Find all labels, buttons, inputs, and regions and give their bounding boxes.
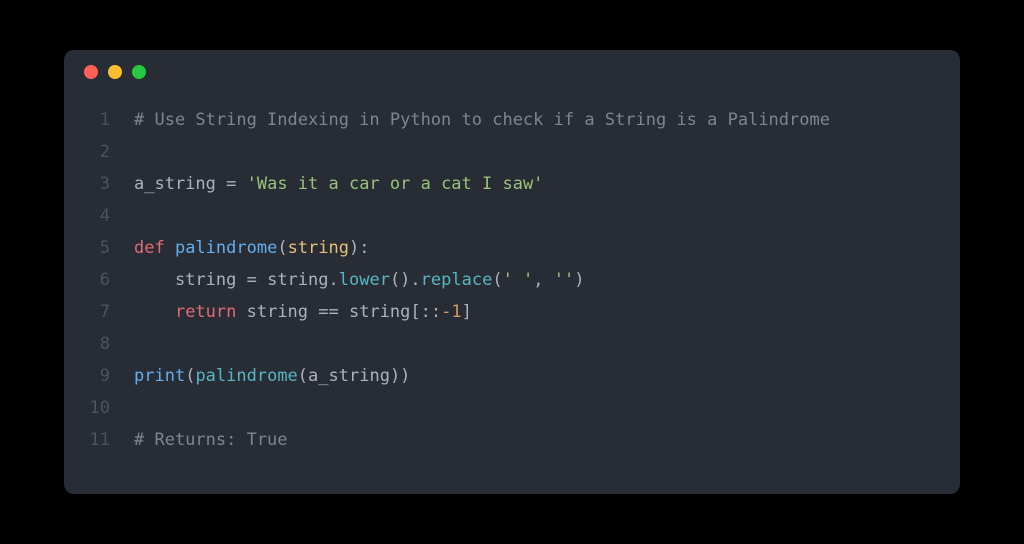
code-token: # Use String Indexing in Python to check… (134, 110, 830, 130)
code-line (134, 328, 960, 360)
line-number: 8 (64, 328, 110, 360)
code-line (134, 392, 960, 424)
code-token: == (308, 302, 349, 322)
code-line (134, 200, 960, 232)
code-token: replace (421, 270, 493, 290)
code-token: ( (492, 270, 502, 290)
code-token: ): (349, 238, 369, 258)
code-window: 1234567891011 # Use String Indexing in P… (64, 50, 960, 494)
line-number: 3 (64, 168, 110, 200)
code-token: ] (462, 302, 472, 322)
code-token: = (216, 174, 247, 194)
code-token: = (236, 270, 267, 290)
code-token: )) (390, 366, 410, 386)
code-token: ) (574, 270, 584, 290)
code-token: string (349, 302, 410, 322)
code-token: ' ' (503, 270, 534, 290)
code-token: a_string (134, 174, 216, 194)
code-token: palindrome (195, 366, 297, 386)
line-number: 4 (64, 200, 110, 232)
code-token: def (134, 238, 175, 258)
code-line: # Use String Indexing in Python to check… (134, 104, 960, 136)
code-token: lower (339, 270, 390, 290)
code-token: ( (298, 366, 308, 386)
code-token: -1 (441, 302, 461, 322)
code-token: 'Was it a car or a cat I saw' (247, 174, 544, 194)
window-titlebar (64, 50, 960, 94)
code-token: [:: (410, 302, 441, 322)
line-number: 10 (64, 392, 110, 424)
code-token: string (134, 270, 236, 290)
code-token: string (267, 270, 328, 290)
zoom-icon[interactable] (132, 65, 146, 79)
line-number: 7 (64, 296, 110, 328)
code-token: return (175, 302, 236, 322)
code-token: string (288, 238, 349, 258)
code-token: ( (277, 238, 287, 258)
code-token: '' (554, 270, 574, 290)
line-number: 6 (64, 264, 110, 296)
line-number-gutter: 1234567891011 (64, 104, 134, 456)
minimize-icon[interactable] (108, 65, 122, 79)
code-line: def palindrome(string): (134, 232, 960, 264)
line-number: 9 (64, 360, 110, 392)
code-line: a_string = 'Was it a car or a cat I saw' (134, 168, 960, 200)
line-number: 1 (64, 104, 110, 136)
line-number: 5 (64, 232, 110, 264)
code-token: palindrome (175, 238, 277, 258)
code-line: return string == string[::-1] (134, 296, 960, 328)
editor-area: 1234567891011 # Use String Indexing in P… (64, 94, 960, 476)
line-number: 11 (64, 424, 110, 456)
close-icon[interactable] (84, 65, 98, 79)
code-line (134, 136, 960, 168)
code-line: string = string.lower().replace(' ', '') (134, 264, 960, 296)
code-token: # Returns: True (134, 430, 288, 450)
code-token (134, 302, 175, 322)
code-token: string (236, 302, 308, 322)
code-token: ( (185, 366, 195, 386)
code-line: print(palindrome(a_string)) (134, 360, 960, 392)
line-number: 2 (64, 136, 110, 168)
code-token: , (533, 270, 553, 290)
code-token: (). (390, 270, 421, 290)
code-token: a_string (308, 366, 390, 386)
code-token: print (134, 366, 185, 386)
code-line: # Returns: True (134, 424, 960, 456)
code-content[interactable]: # Use String Indexing in Python to check… (134, 104, 960, 456)
code-token: . (329, 270, 339, 290)
